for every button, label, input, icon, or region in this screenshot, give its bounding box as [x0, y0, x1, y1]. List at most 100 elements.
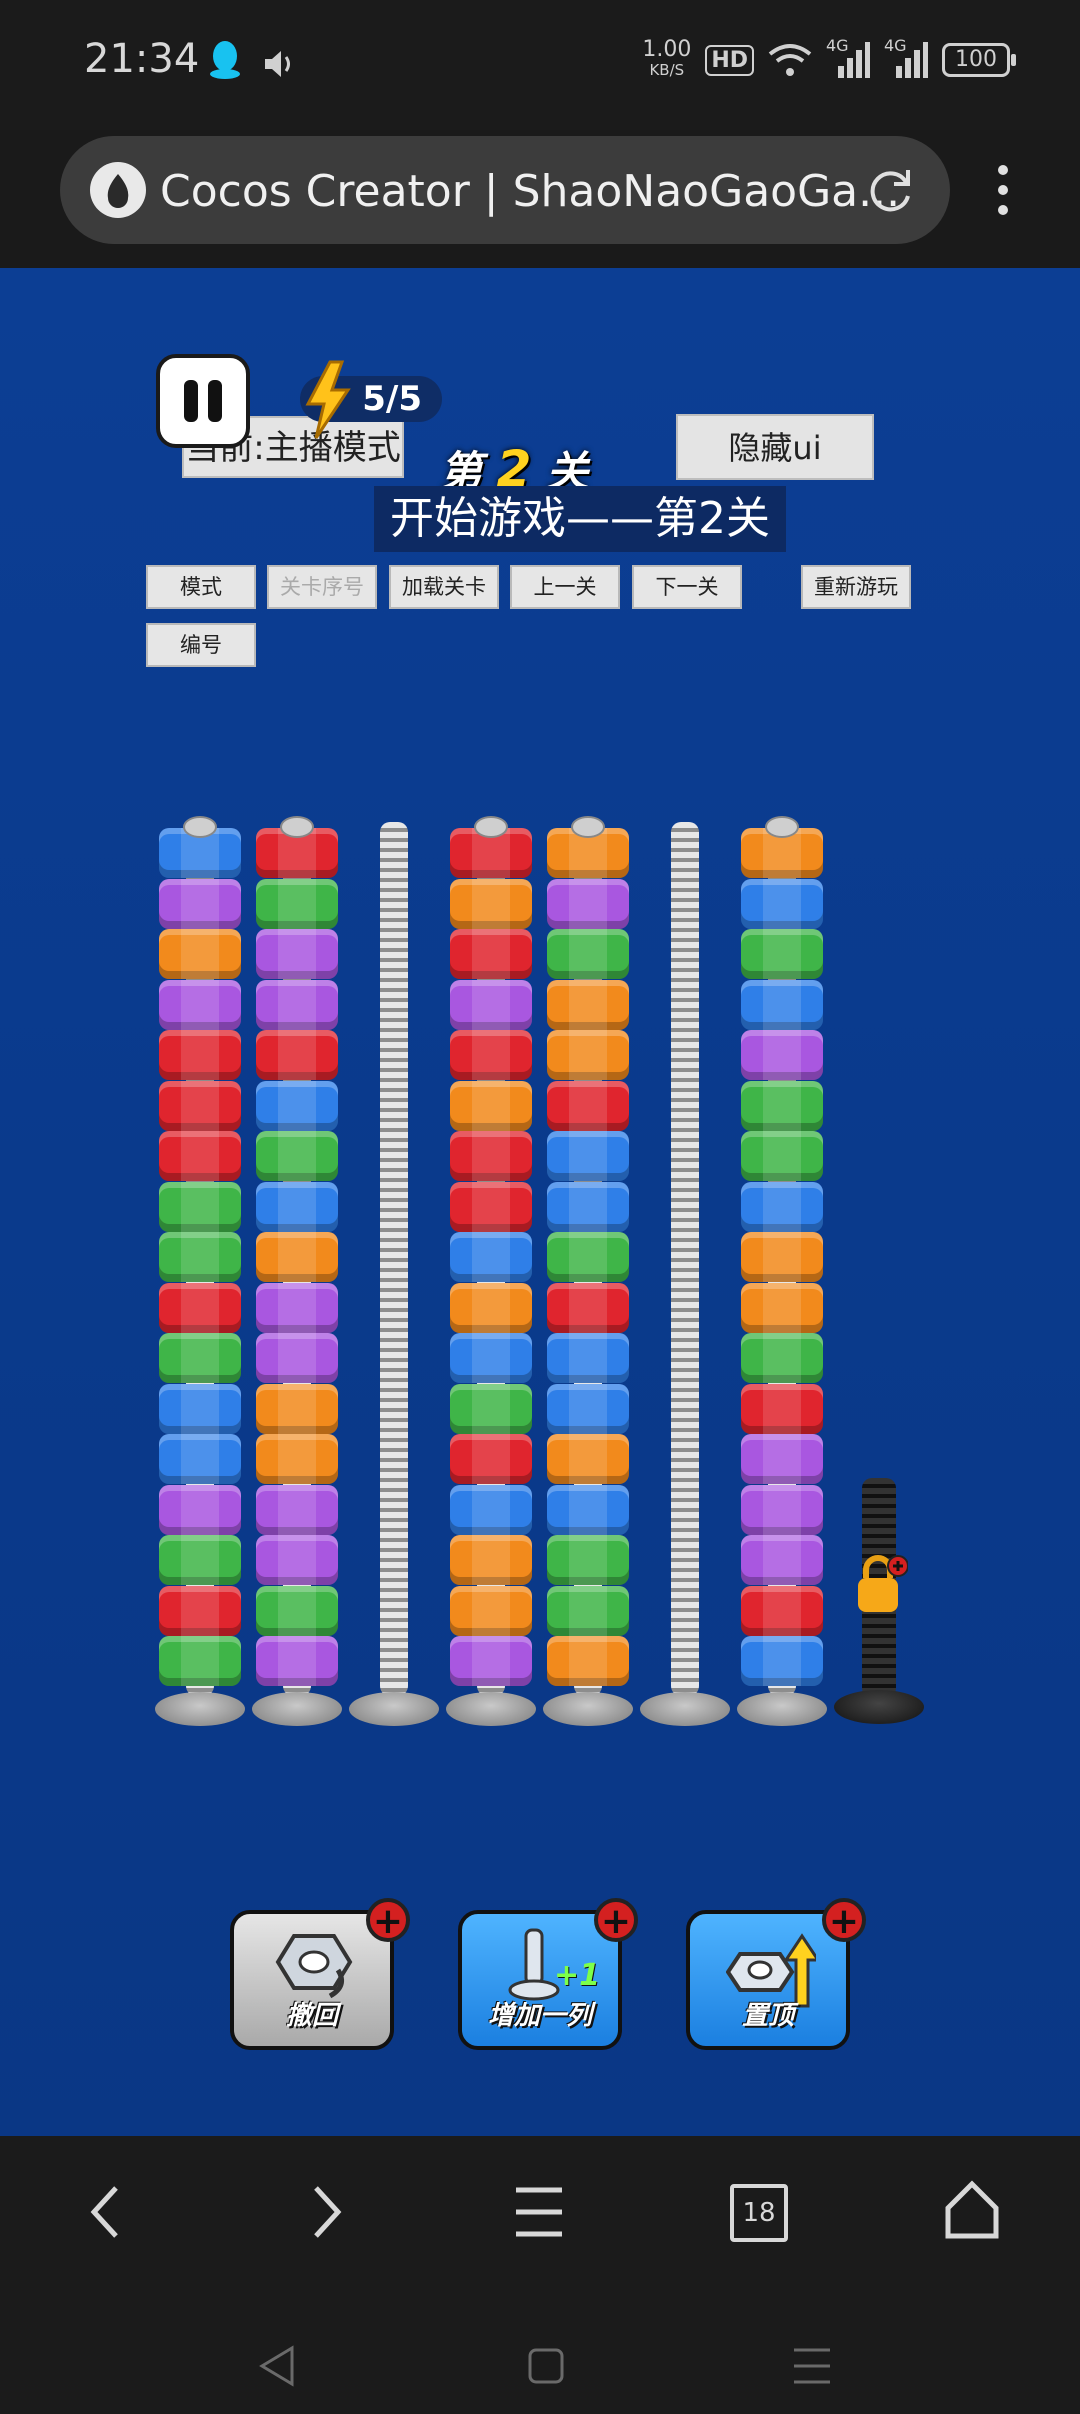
- nut-green[interactable]: [256, 1131, 338, 1181]
- locked-column[interactable]: [834, 1478, 924, 1728]
- nut-purple[interactable]: [159, 878, 241, 929]
- nut-purple[interactable]: [159, 1484, 241, 1535]
- nut-purple[interactable]: [450, 979, 532, 1030]
- nut-purple[interactable]: [547, 878, 629, 929]
- nut-purple[interactable]: [741, 1484, 823, 1535]
- nut-red[interactable]: [159, 1030, 241, 1080]
- nut-blue[interactable]: [741, 1181, 823, 1232]
- nut-green[interactable]: [741, 1333, 823, 1383]
- tower-area[interactable]: [0, 268, 1080, 2136]
- site-icon: [90, 162, 146, 218]
- page-title[interactable]: Cocos Creator | ShaoNaoGaoGa...: [160, 166, 920, 217]
- nut-purple[interactable]: [741, 1434, 823, 1484]
- nut-red[interactable]: [741, 1585, 823, 1636]
- nut-red[interactable]: [450, 929, 532, 979]
- nut-orange[interactable]: [159, 929, 241, 979]
- nut-orange[interactable]: [547, 1030, 629, 1080]
- nut-green[interactable]: [159, 1232, 241, 1282]
- nut-purple[interactable]: [256, 1333, 338, 1383]
- undo-plus-icon[interactable]: +: [366, 1898, 410, 1942]
- reload-icon[interactable]: [860, 160, 920, 220]
- nut-green[interactable]: [159, 1181, 241, 1232]
- nut-red[interactable]: [256, 1030, 338, 1080]
- nut-red[interactable]: [450, 1030, 532, 1080]
- nut-orange[interactable]: [450, 1585, 532, 1636]
- lock-icon[interactable]: [852, 1552, 908, 1616]
- nut-red[interactable]: [547, 1282, 629, 1333]
- menu-icon[interactable]: [514, 2184, 564, 2240]
- nut-orange[interactable]: [450, 1282, 532, 1333]
- nut-blue[interactable]: [547, 1484, 629, 1535]
- nut-blue[interactable]: [450, 1484, 532, 1535]
- nut-orange[interactable]: [450, 878, 532, 929]
- nut-green[interactable]: [547, 929, 629, 979]
- nut-purple[interactable]: [256, 979, 338, 1030]
- nut-orange[interactable]: [547, 1636, 629, 1686]
- back-icon[interactable]: [86, 2182, 126, 2242]
- nut-blue[interactable]: [450, 1333, 532, 1383]
- nut-green[interactable]: [547, 1535, 629, 1585]
- nut-purple[interactable]: [256, 1535, 338, 1585]
- nut-blue[interactable]: [256, 1181, 338, 1232]
- nut-red[interactable]: [159, 1080, 241, 1131]
- nut-blue[interactable]: [741, 878, 823, 929]
- nut-purple[interactable]: [256, 1282, 338, 1333]
- nut-purple[interactable]: [256, 929, 338, 979]
- system-back-icon[interactable]: [258, 2344, 298, 2388]
- nut-orange[interactable]: [256, 1232, 338, 1282]
- nut-green[interactable]: [741, 1131, 823, 1181]
- move-top-plus-icon[interactable]: +: [822, 1898, 866, 1942]
- nut-blue[interactable]: [741, 979, 823, 1030]
- nut-red[interactable]: [547, 1080, 629, 1131]
- nut-green[interactable]: [547, 1232, 629, 1282]
- nut-purple[interactable]: [256, 1484, 338, 1535]
- nut-green[interactable]: [741, 929, 823, 979]
- nut-green[interactable]: [159, 1333, 241, 1383]
- nut-purple[interactable]: [256, 1636, 338, 1686]
- nut-orange[interactable]: [741, 1232, 823, 1282]
- more-menu-icon[interactable]: [988, 160, 1018, 220]
- tabs-button[interactable]: 18: [730, 2184, 788, 2242]
- address-bar[interactable]: Cocos Creator | ShaoNaoGaoGa...: [60, 136, 950, 244]
- nut-green[interactable]: [450, 1383, 532, 1434]
- nut-red[interactable]: [159, 1585, 241, 1636]
- nut-blue[interactable]: [547, 1181, 629, 1232]
- nut-purple[interactable]: [159, 979, 241, 1030]
- system-recents-icon[interactable]: [790, 2344, 834, 2388]
- nut-orange[interactable]: [450, 1535, 532, 1585]
- nut-green[interactable]: [741, 1080, 823, 1131]
- add-column-plus-icon[interactable]: +: [594, 1898, 638, 1942]
- nut-red[interactable]: [159, 1131, 241, 1181]
- game-canvas[interactable]: 当前:主播模式 5/5 隐藏ui 第 2 关 开始游戏——第2关 模式 关卡序号…: [0, 268, 1080, 2136]
- nut-orange[interactable]: [256, 1434, 338, 1484]
- nut-red[interactable]: [741, 1383, 823, 1434]
- system-home-icon[interactable]: [526, 2344, 566, 2388]
- nut-green[interactable]: [159, 1535, 241, 1585]
- nut-blue[interactable]: [159, 1383, 241, 1434]
- nut-orange[interactable]: [547, 1434, 629, 1484]
- nut-green[interactable]: [256, 1585, 338, 1636]
- home-icon[interactable]: [944, 2180, 1000, 2240]
- nut-purple[interactable]: [450, 1636, 532, 1686]
- nut-blue[interactable]: [159, 1434, 241, 1484]
- nut-purple[interactable]: [741, 1030, 823, 1080]
- nut-red[interactable]: [159, 1282, 241, 1333]
- nut-blue[interactable]: [547, 1131, 629, 1181]
- nut-purple[interactable]: [741, 1535, 823, 1585]
- nut-red[interactable]: [450, 1434, 532, 1484]
- nut-green[interactable]: [256, 878, 338, 929]
- nut-blue[interactable]: [547, 1333, 629, 1383]
- nut-orange[interactable]: [547, 979, 629, 1030]
- nut-blue[interactable]: [450, 1232, 532, 1282]
- forward-icon[interactable]: [306, 2182, 346, 2242]
- nut-green[interactable]: [547, 1585, 629, 1636]
- nut-blue[interactable]: [741, 1636, 823, 1686]
- nut-red[interactable]: [450, 1131, 532, 1181]
- nut-orange[interactable]: [741, 1282, 823, 1333]
- nut-orange[interactable]: [256, 1383, 338, 1434]
- nut-red[interactable]: [450, 1181, 532, 1232]
- nut-green[interactable]: [159, 1636, 241, 1686]
- nut-blue[interactable]: [256, 1080, 338, 1131]
- nut-blue[interactable]: [547, 1383, 629, 1434]
- nut-orange[interactable]: [450, 1080, 532, 1131]
